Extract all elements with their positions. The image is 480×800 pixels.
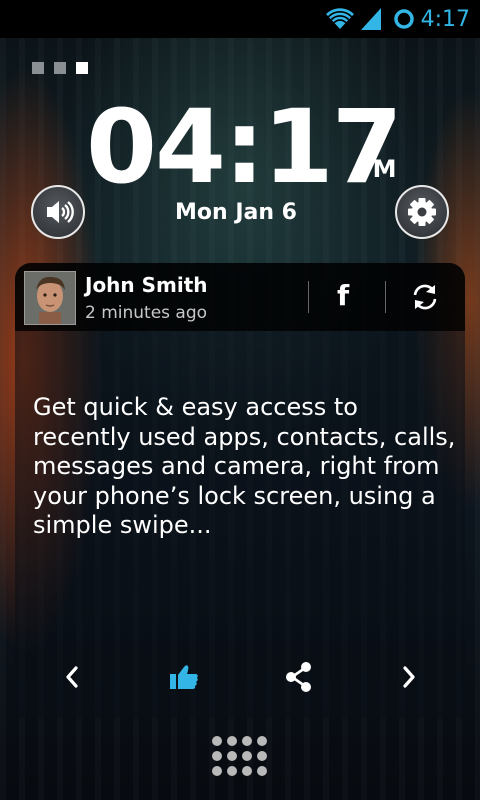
sender-name: John Smith — [85, 273, 208, 297]
app-drawer-button[interactable] — [212, 736, 268, 780]
chevron-left-icon[interactable] — [62, 662, 82, 692]
status-bar: 4:17 — [0, 0, 480, 38]
chevron-right-icon[interactable] — [399, 662, 419, 692]
page-dot-active — [76, 62, 88, 74]
notification-actions — [15, 646, 465, 710]
refresh-icon[interactable] — [411, 283, 439, 311]
divider — [385, 281, 386, 313]
notification-header: John Smith 2 minutes ago f — [15, 263, 465, 331]
settings-button[interactable] — [395, 185, 449, 239]
status-time: 4:17 — [420, 6, 470, 32]
page-indicator — [32, 62, 88, 74]
gear-icon — [408, 198, 436, 226]
sound-button[interactable] — [31, 185, 85, 239]
page-dot — [54, 62, 66, 74]
avatar[interactable] — [24, 271, 76, 325]
thumbs-up-icon[interactable] — [168, 661, 200, 693]
page-dot — [32, 62, 44, 74]
clock-ampm: PM — [355, 155, 397, 183]
clock-time: 04:17 — [86, 88, 403, 207]
facebook-icon[interactable]: f — [337, 279, 349, 312]
divider — [308, 281, 309, 313]
wifi-icon — [325, 8, 354, 29]
sync-circle-icon — [393, 9, 414, 29]
signal-icon — [360, 8, 381, 30]
share-icon[interactable] — [283, 660, 315, 694]
time-ago: 2 minutes ago — [85, 303, 208, 323]
notification-message: Get quick & easy access to recently used… — [33, 393, 456, 539]
speaker-icon — [47, 201, 74, 223]
grid-dots-icon — [212, 736, 268, 780]
